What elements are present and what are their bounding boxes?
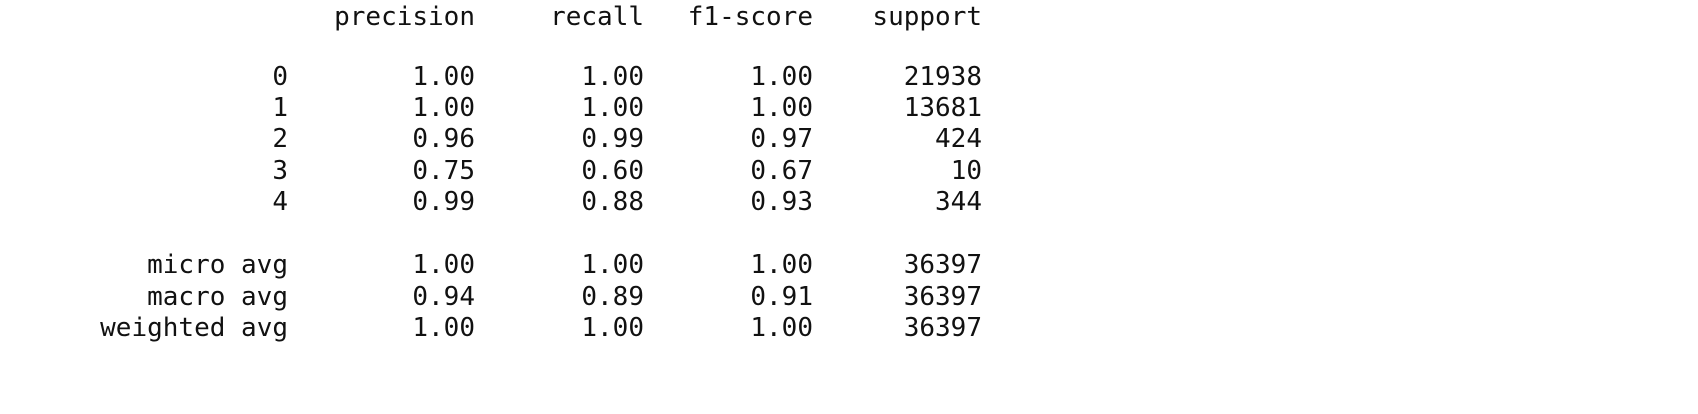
row-label: 3	[272, 156, 288, 186]
recall-value: 0.60	[581, 156, 644, 186]
row-label: 2	[272, 124, 288, 154]
f1-score-value: 1.00	[750, 93, 813, 123]
precision-value: 0.75	[412, 156, 475, 186]
f1-score-value: 1.00	[750, 62, 813, 92]
table-row: micro avg 1.00 1.00 1.00 36397	[0, 248, 1000, 282]
support-value: 424	[935, 124, 982, 154]
header-row: precision recall f1-score support	[0, 0, 1000, 34]
f1-score-value: 0.91	[750, 282, 813, 312]
header-support: support	[872, 2, 982, 32]
support-value: 21938	[903, 62, 982, 92]
header-recall: recall	[550, 2, 644, 32]
precision-value: 0.96	[412, 124, 475, 154]
precision-value: 0.94	[412, 282, 475, 312]
support-value: 10	[950, 156, 982, 186]
precision-value: 0.99	[412, 187, 475, 217]
header-f1-score: f1-score	[687, 2, 813, 32]
f1-score-value: 1.00	[750, 250, 813, 280]
f1-score-value: 0.93	[750, 187, 813, 217]
table-row: 4 0.99 0.88 0.93 344	[0, 185, 1000, 219]
recall-value: 1.00	[581, 313, 644, 343]
support-value: 36397	[903, 282, 982, 312]
support-value: 36397	[903, 250, 982, 280]
precision-value: 1.00	[412, 93, 475, 123]
recall-value: 1.00	[581, 93, 644, 123]
table-row: 1 1.00 1.00 1.00 13681	[0, 91, 1000, 125]
support-value: 13681	[903, 93, 982, 123]
row-label: macro avg	[147, 282, 288, 312]
table-row: macro avg 0.94 0.89 0.91 36397	[0, 280, 1000, 314]
row-label: micro avg	[147, 250, 288, 280]
classification-report: precision recall f1-score support 0 1.00…	[0, 0, 1698, 414]
table-row: 2 0.96 0.99 0.97 424	[0, 122, 1000, 156]
header-precision: precision	[334, 2, 475, 32]
row-label: weighted avg	[100, 313, 288, 343]
recall-value: 1.00	[581, 62, 644, 92]
precision-value: 1.00	[412, 250, 475, 280]
precision-value: 1.00	[412, 62, 475, 92]
support-value: 36397	[903, 313, 982, 343]
f1-score-value: 1.00	[750, 313, 813, 343]
table-row: 3 0.75 0.60 0.67 10	[0, 154, 1000, 188]
f1-score-value: 0.67	[750, 156, 813, 186]
recall-value: 0.99	[581, 124, 644, 154]
f1-score-value: 0.97	[750, 124, 813, 154]
recall-value: 1.00	[581, 250, 644, 280]
recall-value: 0.88	[581, 187, 644, 217]
support-value: 344	[935, 187, 982, 217]
row-label: 4	[272, 187, 288, 217]
recall-value: 0.89	[581, 282, 644, 312]
table-row: 0 1.00 1.00 1.00 21938	[0, 60, 1000, 94]
precision-value: 1.00	[412, 313, 475, 343]
table-row: weighted avg 1.00 1.00 1.00 36397	[0, 311, 1000, 345]
row-label: 1	[272, 93, 288, 123]
row-label: 0	[272, 62, 288, 92]
